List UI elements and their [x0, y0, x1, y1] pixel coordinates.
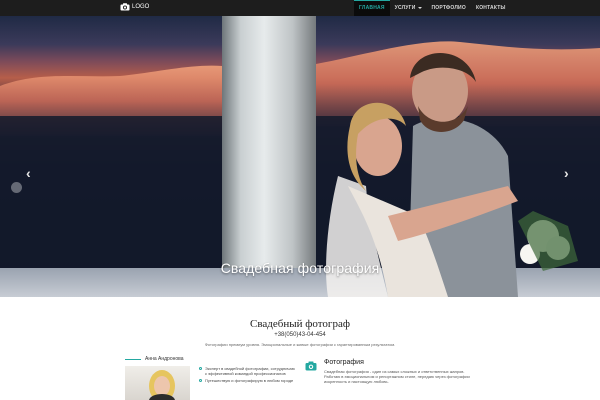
- column-pillar: [222, 16, 316, 297]
- page-title: Свадебный фотограф: [250, 318, 350, 330]
- nav-item-services[interactable]: УСЛУГИ: [390, 0, 427, 16]
- check-icon: [199, 367, 202, 370]
- nav-item-services-label: УСЛУГИ: [394, 5, 416, 11]
- bullet-text: Путешествую и фотографирую в любом город…: [205, 378, 294, 383]
- list-item: Путешествую и фотографирую в любом город…: [199, 378, 295, 383]
- check-icon: [199, 379, 202, 382]
- photographer-portrait: [149, 370, 175, 400]
- photographer-bullets: Эксперт в свадебной фотографии, сотрудни…: [199, 366, 295, 385]
- photographer-name: Анна Андронова: [145, 356, 184, 362]
- nav-item-contacts-label: КОНТАКТЫ: [475, 5, 506, 11]
- photographer-photo: [125, 366, 190, 400]
- nav-item-portfolio[interactable]: ПОРТФОЛИО: [427, 0, 471, 16]
- feature-title: Фотография: [324, 359, 364, 366]
- hero-slider: ‹ › Свадебная фотография: [0, 16, 600, 297]
- scroll-indicator-icon[interactable]: [11, 182, 22, 193]
- feature-text: Свадебная фотография - один из самых сло…: [324, 369, 470, 384]
- nav-item-contacts[interactable]: КОНТАКТЫ: [471, 0, 511, 16]
- nav-item-portfolio-label: ПОРТФОЛИО: [431, 5, 466, 11]
- camera-icon: [305, 361, 317, 371]
- logo[interactable]: LOGO: [120, 3, 149, 11]
- top-navbar: LOGO ГЛАВНАЯ УСЛУГИ ПОРТФОЛИО КОНТАКТЫ: [0, 0, 600, 16]
- chevron-down-icon: [417, 6, 422, 9]
- logo-text: LOGO: [132, 4, 150, 10]
- slider-prev-icon[interactable]: ‹: [26, 166, 31, 180]
- wedding-couple-image: [326, 52, 578, 297]
- slider-next-icon[interactable]: ›: [564, 166, 569, 180]
- nav-item-home[interactable]: ГЛАВНАЯ: [354, 0, 390, 16]
- nav-item-home-label: ГЛАВНАЯ: [359, 5, 385, 11]
- bullet-text: Эксперт в свадебной фотографии, сотрудни…: [205, 366, 295, 376]
- accent-divider: [125, 359, 141, 360]
- main-nav: ГЛАВНАЯ УСЛУГИ ПОРТФОЛИО КОНТАКТЫ: [354, 0, 511, 16]
- tagline: Фотографии премиум уровня. Эмоциональные…: [204, 342, 396, 347]
- list-item: Эксперт в свадебной фотографии, сотрудни…: [199, 366, 295, 376]
- phone-number[interactable]: +38(050)43-04-454: [0, 332, 600, 338]
- camera-icon: [120, 3, 130, 11]
- hero-caption: Свадебная фотография: [220, 260, 380, 276]
